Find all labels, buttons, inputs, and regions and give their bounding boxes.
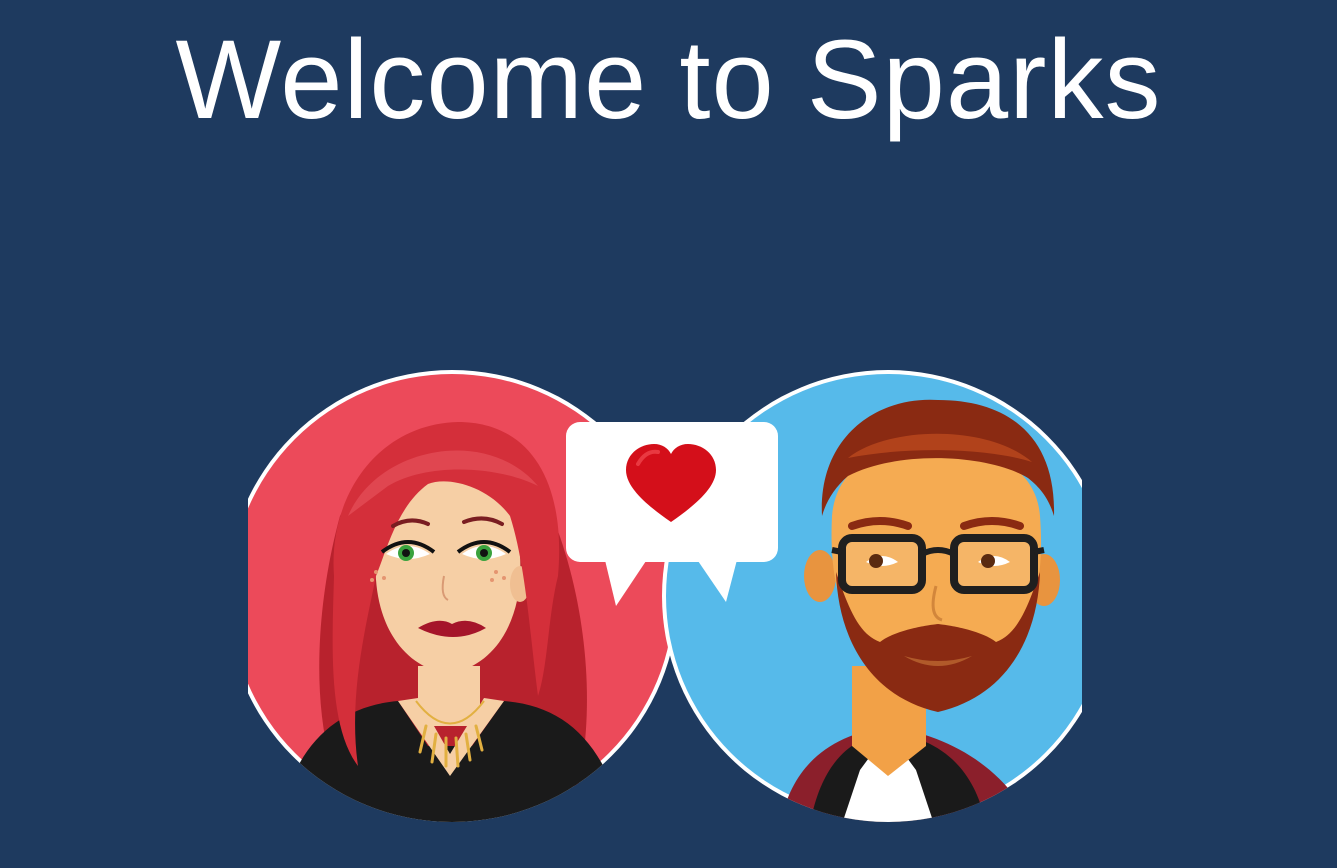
welcome-screen: Welcome to Sparks — [0, 0, 1337, 868]
welcome-title: Welcome to Sparks — [175, 17, 1162, 142]
sparks-illustration — [248, 366, 1082, 832]
illustration-canvas — [248, 370, 1082, 822]
